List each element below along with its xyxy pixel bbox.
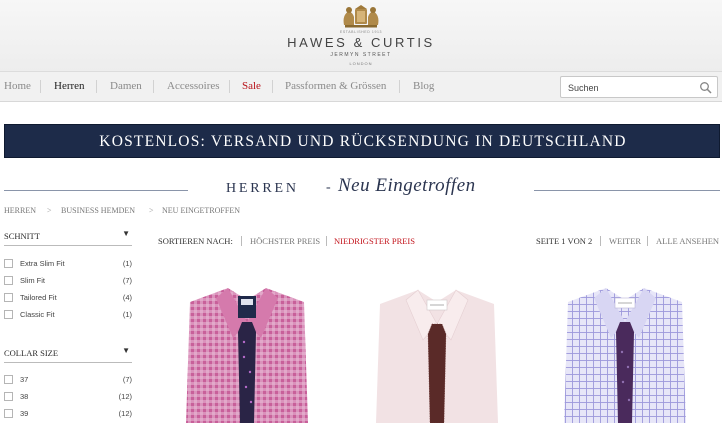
filter-option-label: Slim Fit — [20, 276, 45, 285]
sort-option-hoechster-preis[interactable]: HÖCHSTER PREIS — [250, 236, 320, 246]
filter-checkbox[interactable] — [4, 293, 13, 302]
filter-checkbox[interactable] — [4, 375, 13, 384]
product-card[interactable] — [544, 262, 722, 423]
sort-label: SORTIEREN NACH: — [158, 236, 233, 246]
filter-option-count: (4) — [122, 293, 132, 302]
nav-divider — [399, 80, 400, 93]
chevron-down-icon: ▼ — [122, 229, 130, 238]
nav-divider — [229, 80, 230, 93]
filter-option-count: (1) — [122, 310, 132, 319]
chevron-down-icon: ▼ — [122, 346, 130, 355]
pagination-status: SEITE 1 VON 2 — [536, 236, 593, 246]
filter-schnitt-title: SCHNITT — [4, 231, 40, 241]
breadcrumb-separator: > — [47, 206, 52, 215]
filter-collar-size-header[interactable]: COLLAR SIZE ▼ — [4, 345, 132, 363]
nav-divider — [272, 80, 273, 93]
sort-divider — [326, 236, 327, 246]
filter-option-label: 37 — [20, 375, 29, 384]
sort-divider — [600, 236, 601, 246]
page-title: HERREN — [226, 181, 299, 196]
filter-option-count: (12) — [118, 392, 132, 401]
filter-checkbox[interactable] — [4, 409, 13, 418]
filter-schnitt-header[interactable]: SCHNITT ▼ — [4, 228, 132, 246]
nav-item-herren[interactable]: Herren — [54, 80, 85, 92]
product-grid — [158, 262, 722, 423]
filter-option-count: (7) — [122, 375, 132, 384]
shirt-image-pink-gingham — [186, 288, 308, 423]
breadcrumb-separator: > — [149, 206, 154, 215]
filter-option[interactable]: 38 (12) — [4, 391, 132, 405]
view-all-link[interactable]: ALLE ANSEHEN — [656, 236, 719, 246]
brand-name[interactable]: HAWES & CURTIS — [0, 35, 722, 50]
filter-option-label: 38 — [20, 392, 29, 401]
title-rule-left — [4, 190, 188, 191]
filter-option[interactable]: Slim Fit (7) — [4, 275, 132, 289]
breadcrumb-item-business-hemden[interactable]: BUSINESS HEMDEN — [61, 206, 135, 215]
brand-street: JERMYN STREET — [330, 52, 392, 58]
breadcrumb-item-neu-eingetroffen: NEU EINGETROFFEN — [162, 206, 240, 215]
banner-text: KOSTENLOS: VERSAND UND RÜCKSENDUNG IN DE… — [99, 133, 627, 150]
nav-item-blog[interactable]: Blog — [413, 80, 434, 92]
filter-option[interactable]: Extra Slim Fit (1) — [4, 258, 132, 272]
filter-option[interactable]: Tailored Fit (4) — [4, 292, 132, 306]
filter-option-count: (7) — [122, 276, 132, 285]
free-shipping-banner[interactable]: KOSTENLOS: VERSAND UND RÜCKSENDUNG IN DE… — [4, 124, 720, 158]
brand-city: LONDON — [349, 61, 373, 66]
nav-item-passformen[interactable]: Passformen & Grössen — [285, 80, 386, 92]
filter-checkbox[interactable] — [4, 276, 13, 285]
filter-checkbox[interactable] — [4, 259, 13, 268]
filter-checkbox[interactable] — [4, 392, 13, 401]
product-card[interactable] — [348, 262, 526, 423]
sort-divider — [647, 236, 648, 246]
nav-divider — [153, 80, 154, 93]
filter-option[interactable]: Classic Fit (1) — [4, 309, 132, 323]
search-input[interactable] — [568, 80, 693, 95]
filter-option-count: (1) — [122, 259, 132, 268]
filter-option[interactable]: 39 (12) — [4, 408, 132, 422]
shirt-image-lilac-check — [564, 288, 686, 423]
nav-item-damen[interactable]: Damen — [110, 80, 142, 92]
nav-item-sale[interactable]: Sale — [242, 80, 261, 92]
nav-item-accessoires[interactable]: Accessoires — [167, 80, 220, 92]
page-title-dash: - — [326, 180, 331, 195]
filter-option-label: 39 — [20, 409, 29, 418]
search-icon[interactable] — [699, 81, 713, 95]
filter-option-label: Extra Slim Fit — [20, 259, 65, 268]
nav-divider — [40, 80, 41, 93]
page-subtitle: Neu Eingetroffen — [338, 175, 476, 196]
brand-crest-logo[interactable] — [339, 3, 383, 31]
search-box — [560, 76, 718, 98]
sort-bar: SORTIEREN NACH: HÖCHSTER PREIS NIEDRIGST… — [158, 231, 722, 251]
pagination-next-link[interactable]: WEITER — [609, 236, 641, 246]
nav-item-home[interactable]: Home — [4, 80, 31, 92]
filter-option-count: (12) — [118, 409, 132, 418]
filter-option-label: Tailored Fit — [20, 293, 57, 302]
filter-option[interactable]: 37 (7) — [4, 374, 132, 388]
shirt-image-light-pink — [376, 289, 498, 423]
brand-established: ESTABLISHED 1913 — [339, 30, 383, 34]
title-rule-right — [534, 190, 720, 191]
nav-divider — [96, 80, 97, 93]
breadcrumb-item-herren[interactable]: HERREN — [4, 206, 36, 215]
filter-option-label: Classic Fit — [20, 310, 55, 319]
product-card[interactable] — [158, 262, 336, 423]
sort-option-niedrigster-preis[interactable]: NIEDRIGSTER PREIS — [334, 236, 415, 246]
filter-checkbox[interactable] — [4, 310, 13, 319]
site-header: ESTABLISHED 1913 HAWES & CURTIS JERMYN S… — [0, 0, 722, 72]
filter-collar-size-title: COLLAR SIZE — [4, 348, 59, 358]
sort-divider — [241, 236, 242, 246]
